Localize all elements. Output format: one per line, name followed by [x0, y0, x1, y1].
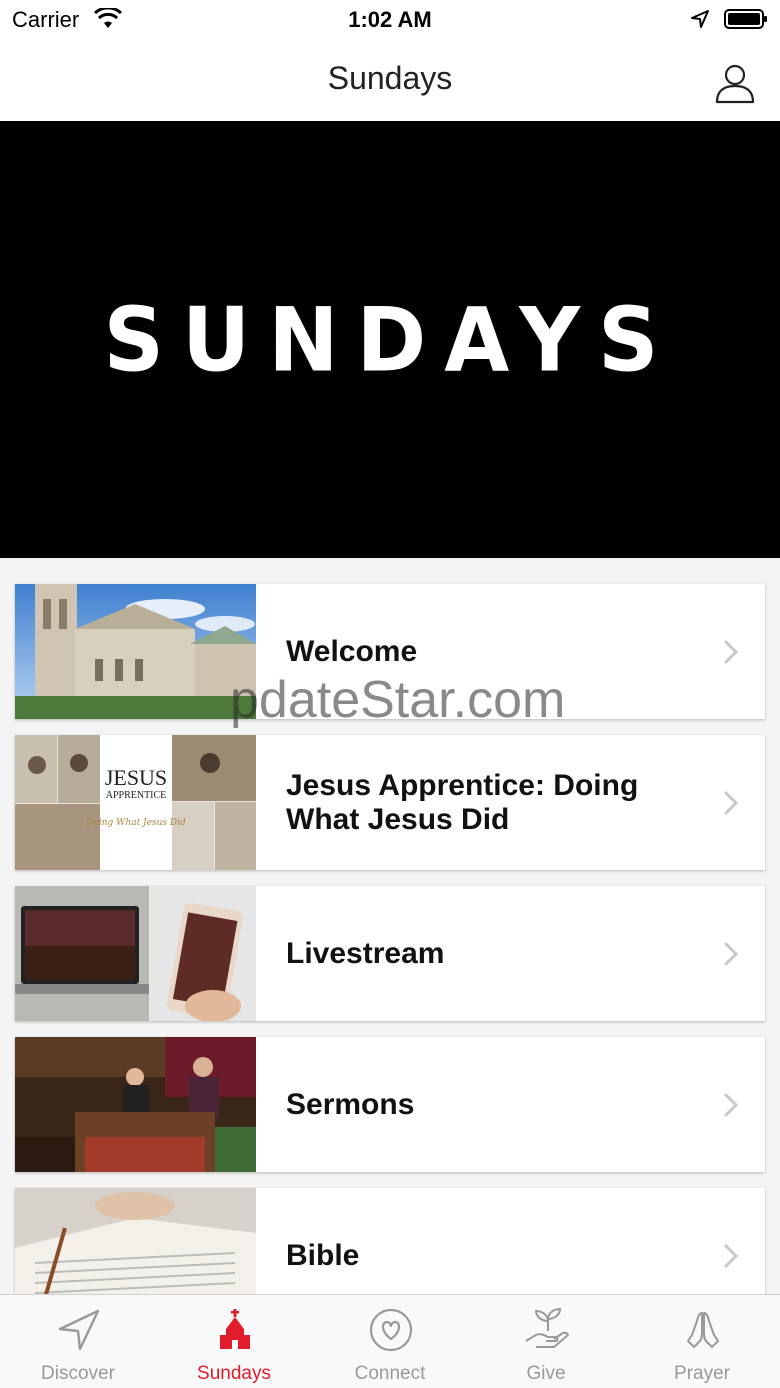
livestream-thumbnail — [15, 886, 256, 1021]
status-time: 1:02 AM — [348, 7, 432, 32]
list-item-title: Jesus Apprentice: Doing What Jesus Did — [286, 768, 639, 836]
tab-give[interactable]: Give — [468, 1295, 624, 1388]
tab-label: Discover — [41, 1363, 115, 1384]
list-item-jesus-apprentice[interactable]: JESUS APPRENTICE Doing What Jesus Did Je… — [15, 735, 765, 870]
hero-banner: SUNDAYS — [0, 121, 780, 558]
tab-discover[interactable]: Discover — [0, 1295, 156, 1388]
location-arrow-icon — [691, 10, 709, 28]
tab-connect[interactable]: Connect — [312, 1295, 468, 1388]
chevron-right-icon — [724, 640, 739, 663]
hero-title: SUNDAYS — [103, 288, 677, 391]
chevron-right-icon — [724, 1244, 739, 1267]
thumb-script: Doing What Jesus Did — [85, 818, 186, 828]
tab-label: Give — [526, 1363, 566, 1384]
list-item-title: Sermons — [286, 1087, 415, 1121]
page-title: Sundays — [327, 60, 453, 96]
list-item-title: Welcome — [286, 634, 418, 668]
tab-label: Prayer — [674, 1363, 730, 1384]
tab-sundays[interactable]: Sundays — [156, 1295, 312, 1388]
sermons-thumbnail — [15, 1037, 256, 1172]
praying-hands-icon — [687, 1312, 719, 1348]
tab-label: Connect — [354, 1363, 426, 1384]
heart-circle-icon — [369, 1308, 413, 1352]
chevron-right-icon — [724, 942, 739, 965]
tab-prayer[interactable]: Prayer — [624, 1295, 780, 1388]
welcome-thumbnail — [15, 584, 256, 719]
chevron-right-icon — [724, 1093, 739, 1116]
battery-icon — [724, 9, 767, 29]
nav-bar: Sundays — [0, 40, 780, 121]
hand-plant-icon — [525, 1307, 569, 1348]
church-icon — [220, 1309, 250, 1349]
thumb-title: JESUS — [105, 765, 167, 790]
profile-icon[interactable] — [714, 62, 756, 104]
chevron-right-icon — [724, 791, 739, 814]
thumb-subtitle: APPRENTICE — [106, 790, 167, 801]
list-item-title: Bible — [286, 1238, 360, 1272]
status-bar: Carrier 1:02 AM — [0, 0, 780, 40]
tab-label: Sundays — [197, 1363, 271, 1384]
list-item-sermons[interactable]: Sermons — [15, 1037, 765, 1172]
list-item-title: Livestream — [286, 936, 445, 970]
jesus-apprentice-thumbnail: JESUS APPRENTICE Doing What Jesus Did — [15, 735, 256, 870]
watermark: pdateStar.com — [230, 671, 566, 729]
navigation-arrow-icon — [58, 1309, 100, 1351]
tab-bar: Discover Sundays Connect Give Prayer — [0, 1294, 780, 1388]
list-item-livestream[interactable]: Livestream — [15, 886, 765, 1021]
